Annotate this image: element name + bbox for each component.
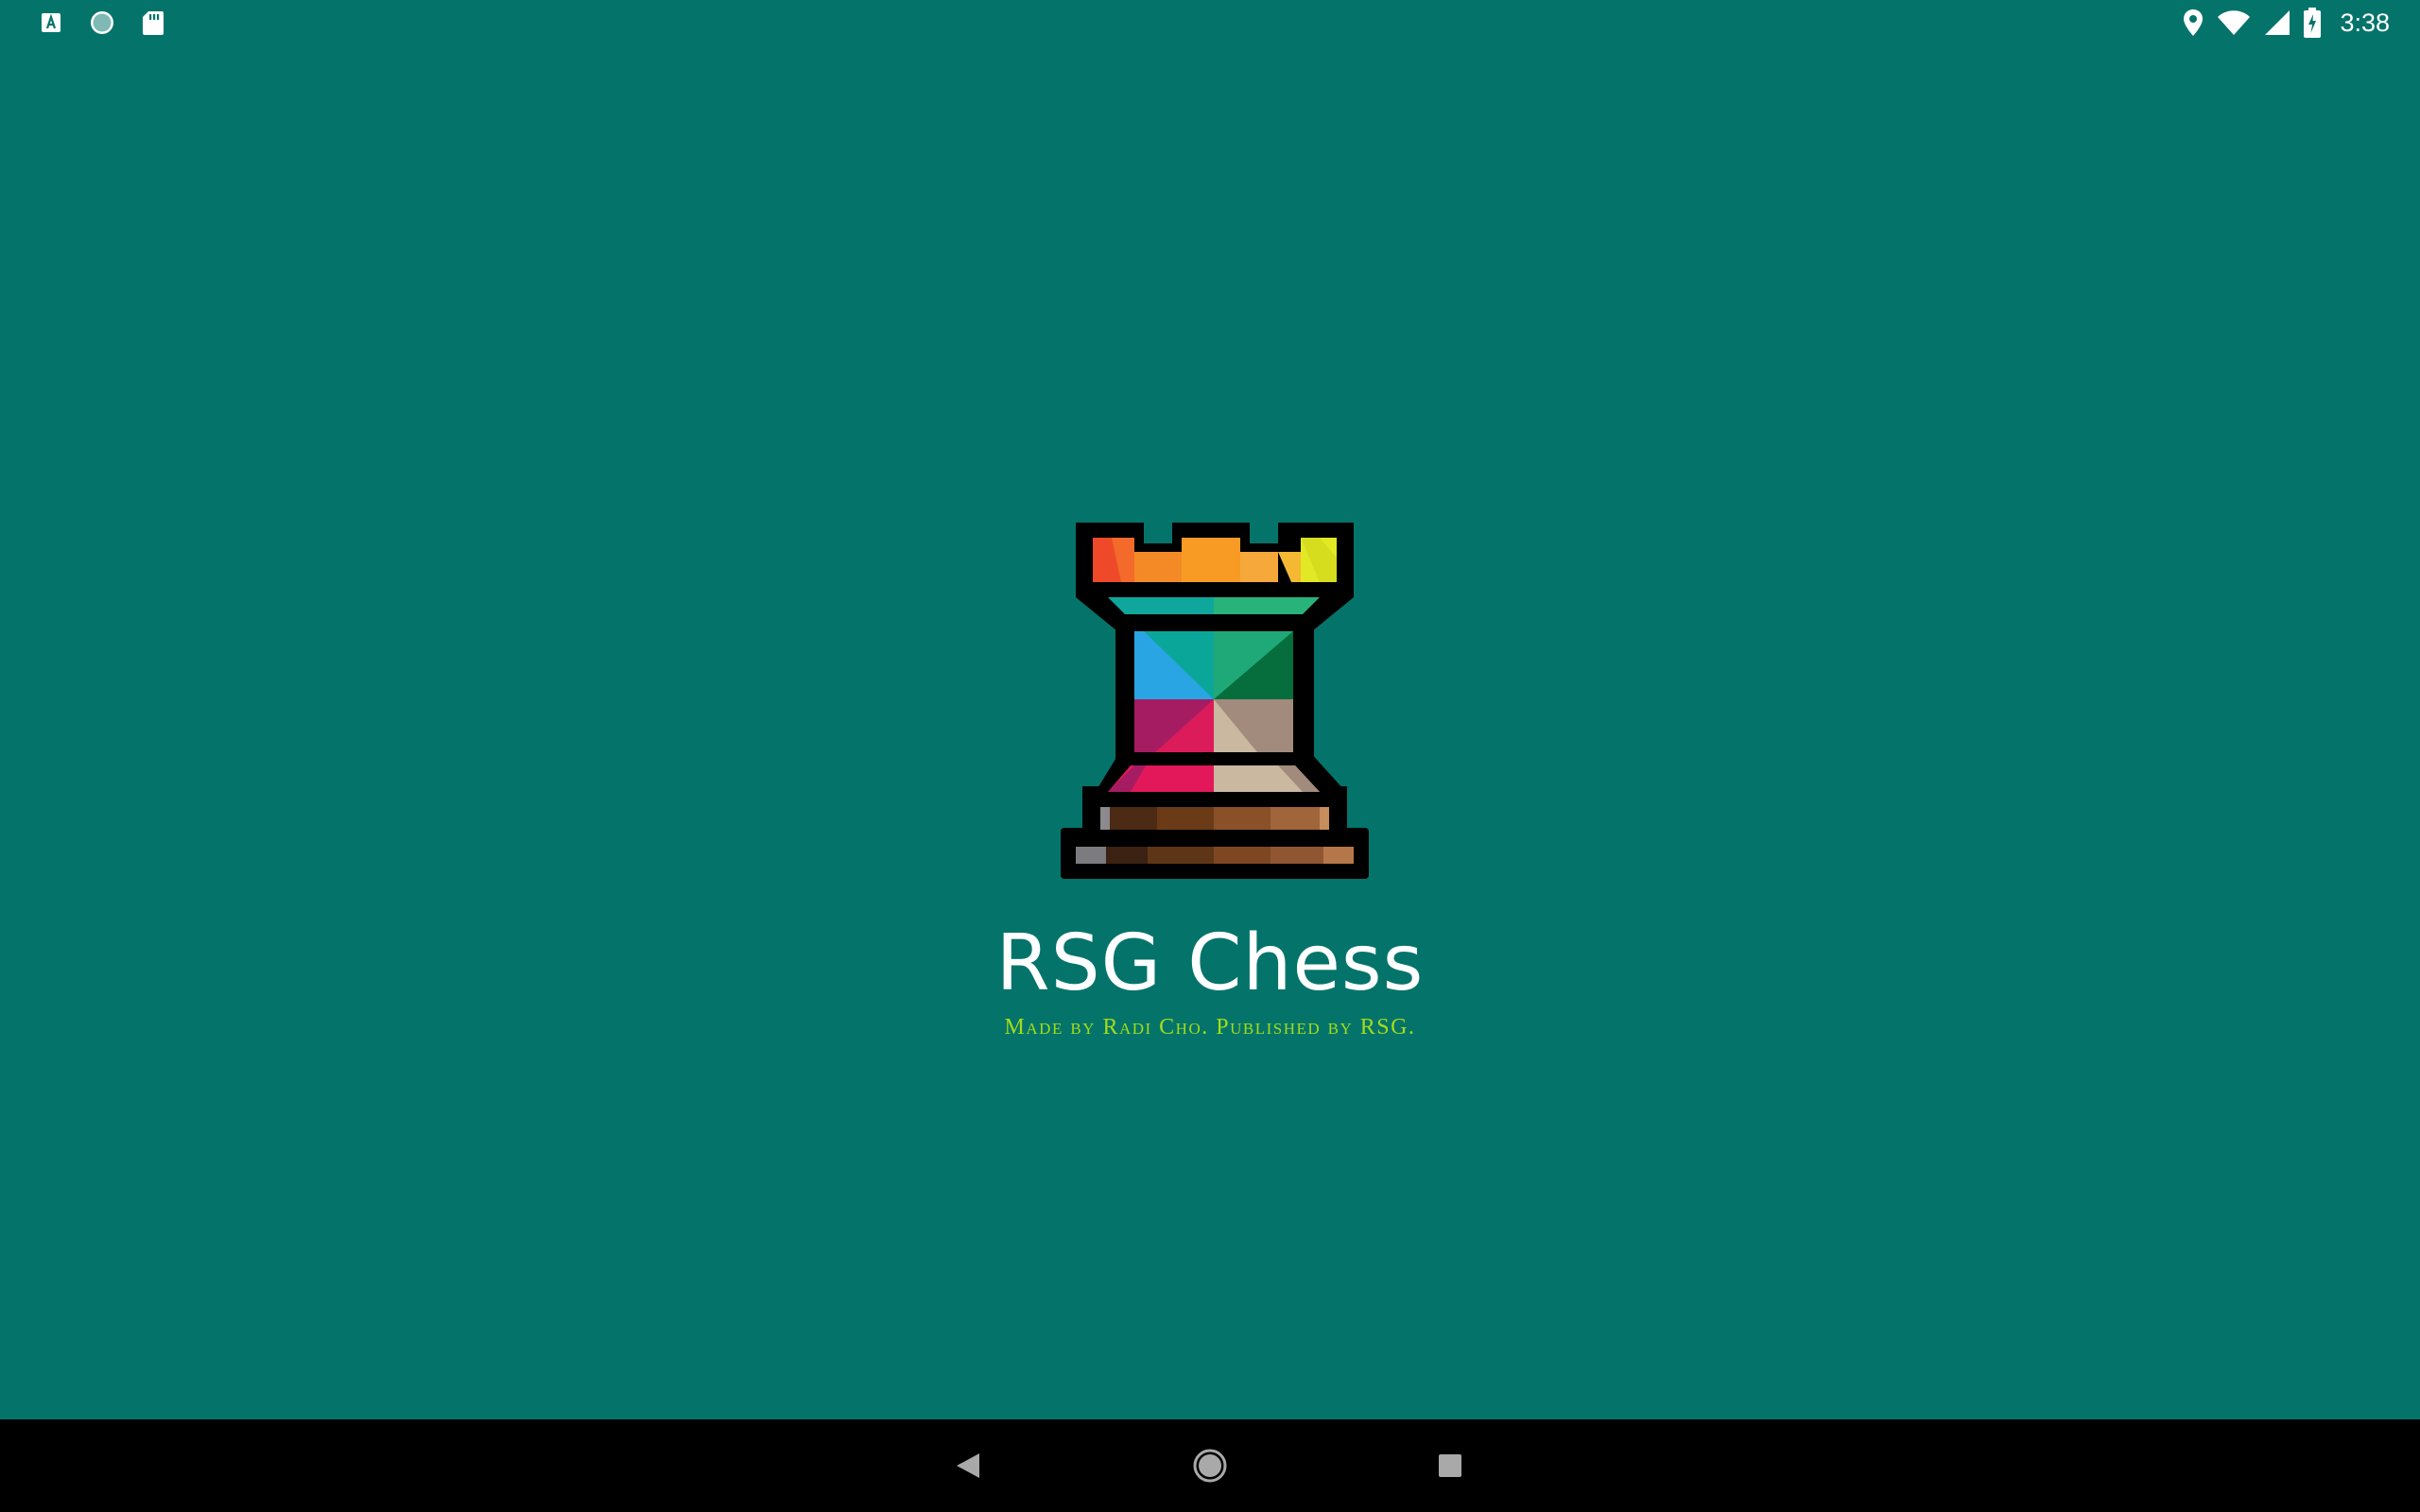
rook-chess-logo-icon	[1059, 520, 1371, 881]
back-icon	[955, 1452, 981, 1480]
app-title: RSG Chess	[995, 919, 1425, 1008]
home-button[interactable]	[1185, 1441, 1235, 1490]
splash-screen: RSG Chess Made by Radi Cho. Published by…	[0, 0, 2420, 1419]
app-credits: Made by Radi Cho. Published by RSG.	[1004, 1015, 1416, 1040]
back-button[interactable]	[943, 1441, 993, 1490]
navigation-bar	[0, 1419, 2420, 1512]
home-icon	[1192, 1448, 1228, 1484]
recents-icon	[1437, 1452, 1463, 1479]
recents-button[interactable]	[1426, 1441, 1475, 1490]
